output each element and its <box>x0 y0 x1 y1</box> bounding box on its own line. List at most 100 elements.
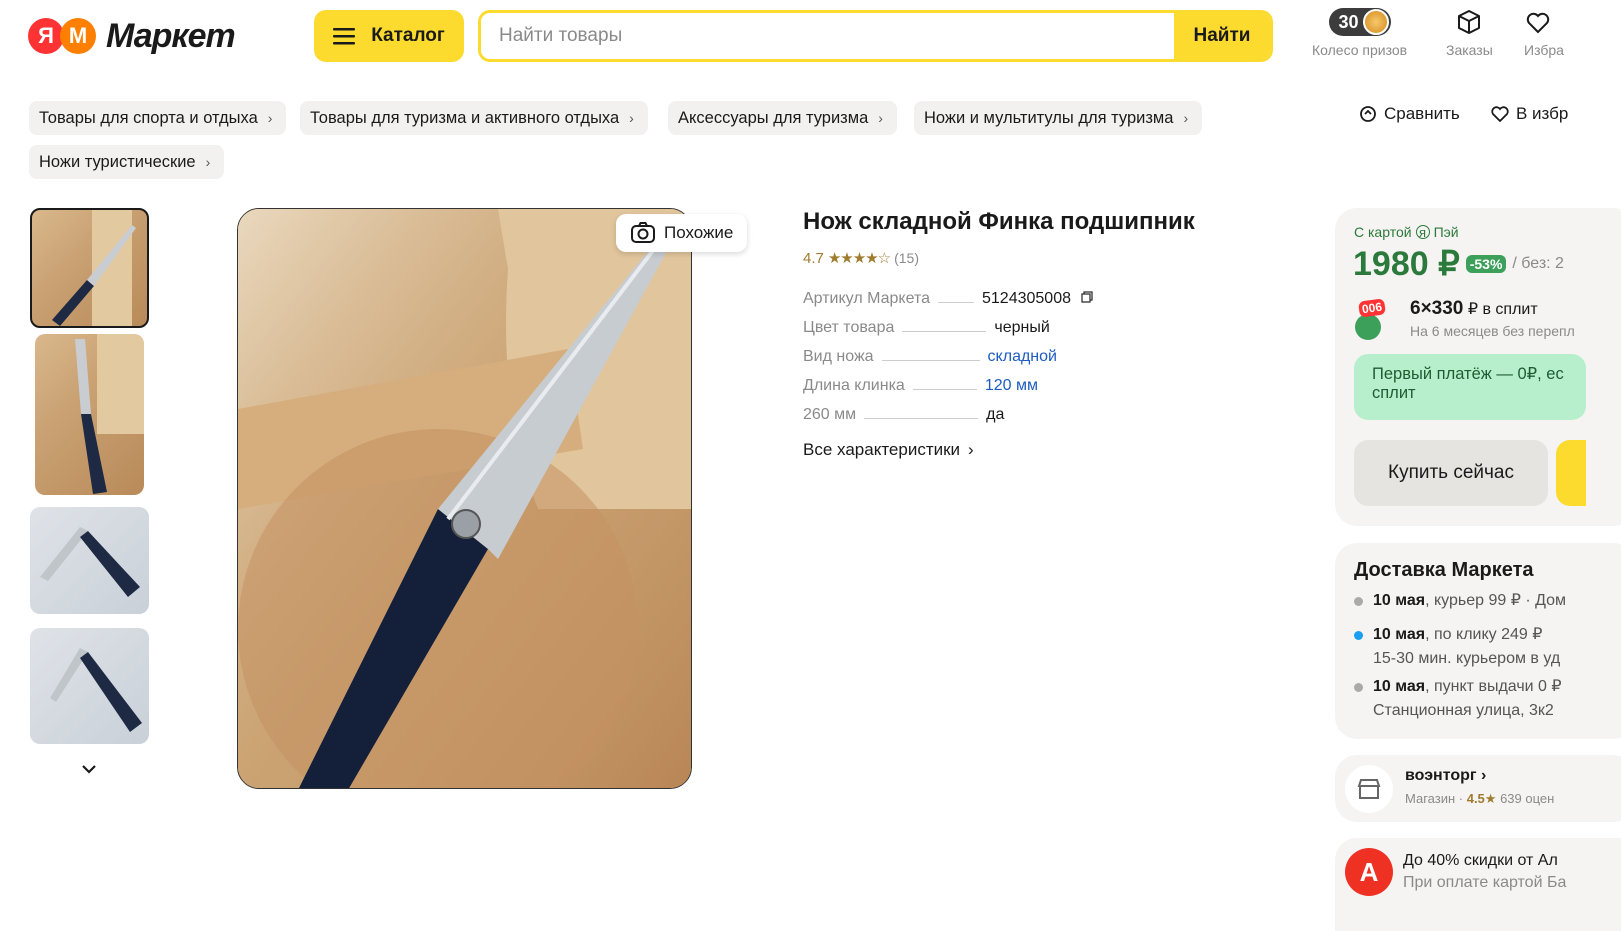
breadcrumb-item[interactable]: Ножи и мультитулы для туризма › <box>914 101 1203 135</box>
favorites-label: Избра <box>1524 42 1564 58</box>
first-payment-note[interactable]: Первый платёж — 0₽, ес сплит <box>1354 354 1586 420</box>
orders-label: Заказы <box>1446 42 1493 58</box>
spec-value: да <box>986 406 1005 423</box>
delivery-subtext: Станционная улица, 3к2 <box>1373 702 1554 719</box>
chevron-right-icon: › <box>267 110 273 126</box>
product-specs: Артикул Маркета 5124305008 Цвет товара ч… <box>803 290 1123 435</box>
spec-row: Длина клинка 120 мм <box>803 377 1123 406</box>
spec-row: Артикул Маркета 5124305008 <box>803 290 1123 319</box>
spec-leader <box>902 331 987 332</box>
shop-type: Магазин <box>1405 791 1456 806</box>
prize-badge: 30 <box>1328 8 1391 36</box>
promo-subtitle: При оплате картой Ба <box>1403 874 1567 891</box>
spec-leader <box>881 360 980 361</box>
gallery-thumbnail[interactable] <box>30 507 149 614</box>
pay-label: Пэй <box>1433 224 1459 240</box>
rating-value: 4.7 <box>803 249 824 267</box>
catalog-button[interactable]: Каталог <box>314 10 464 62</box>
logo-letter-m: М <box>60 18 96 54</box>
delivery-option[interactable]: 10 мая, курьер 99 ₽ · Дом <box>1354 589 1566 613</box>
prize-count: 30 <box>1338 11 1359 32</box>
delivery-date: 10 мая <box>1373 678 1426 695</box>
shop-name[interactable]: воэнторг › <box>1405 767 1486 785</box>
delivery-text: , курьер 99 ₽ · Дом <box>1425 592 1567 609</box>
product-rating[interactable]: 4.7 ★★★★☆ (15) <box>803 249 920 268</box>
shop-card[interactable]: воэнторг › Магазин · 4.5★ 639 оцен <box>1335 755 1621 822</box>
shop-name-label: воэнторг <box>1405 767 1477 784</box>
prize-wheel[interactable]: 30 Колесо призов <box>1312 8 1407 58</box>
breadcrumb-label: Товары для спорта и отдыха <box>39 108 258 127</box>
market-logo[interactable]: Я М Маркет <box>28 14 236 58</box>
spec-name: Длина клинка <box>803 377 905 394</box>
breadcrumb-item[interactable]: Ножи туристические › <box>29 145 225 179</box>
spec-name: Артикул Маркета <box>803 290 930 307</box>
delivery-option[interactable]: 10 мая, пункт выдачи 0 ₽ Станционная улиц… <box>1354 675 1562 723</box>
similar-label: Похожие <box>664 223 734 242</box>
spec-value: черный <box>994 319 1050 336</box>
spec-name: 260 мм <box>803 406 857 423</box>
card-label: С картой <box>1354 224 1412 240</box>
spec-leader <box>864 418 979 419</box>
breadcrumb-item[interactable]: Товары для туризма и активного отдыха › <box>300 101 648 135</box>
search-input[interactable] <box>481 13 1174 59</box>
split-note: На 6 месяцев без перепл <box>1410 323 1575 339</box>
delivery-option[interactable]: 10 мая, по клику 249 ₽ 15-30 мин. курьеро… <box>1354 623 1560 671</box>
heart-icon <box>1491 106 1509 123</box>
favorites-link[interactable]: Избра <box>1524 8 1564 58</box>
shop-rating: 4.5 <box>1466 791 1485 806</box>
spec-value-link[interactable]: складной <box>988 348 1057 366</box>
orders-link[interactable]: Заказы <box>1446 8 1493 58</box>
chevron-right-icon: › <box>968 440 974 459</box>
product-title: Нож складной Финка подшипник <box>803 208 1195 235</box>
all-characteristics-link[interactable]: Все характеристики › <box>803 440 974 460</box>
chevron-down-icon <box>82 765 96 774</box>
gallery-thumbnail[interactable] <box>30 628 149 744</box>
breadcrumb-label: Товары для туризма и активного отдыха <box>310 108 620 127</box>
discount-badge: -53% <box>1465 255 1507 273</box>
compare-button[interactable]: Сравнить <box>1358 104 1460 124</box>
reviews-count: (15) <box>894 250 920 266</box>
split-price: 6×330 <box>1410 298 1464 319</box>
find-similar-button[interactable]: Похожие <box>616 214 748 252</box>
spec-value-link[interactable]: 120 мм <box>985 377 1038 395</box>
breadcrumb-item[interactable]: Аксессуары для туризма › <box>668 101 897 135</box>
gallery-thumbnail[interactable] <box>30 208 149 328</box>
spec-row: 260 мм да <box>803 406 1123 435</box>
chevron-right-icon: › <box>629 110 634 126</box>
breadcrumb-label: Ножи туристические <box>39 152 196 171</box>
breadcrumb-item[interactable]: Товары для спорта и отдыха › <box>29 101 287 135</box>
status-dot <box>1354 631 1363 640</box>
camera-icon <box>631 222 655 243</box>
promo-card[interactable]: A До 40% скидки от Ал При оплате картой … <box>1335 838 1621 931</box>
spec-value: 5124305008 <box>982 290 1071 307</box>
heart-icon <box>1526 12 1550 34</box>
search-button[interactable]: Найти <box>1174 13 1270 59</box>
gallery-scroll-down-button[interactable] <box>80 760 98 783</box>
card-price-label: С картой я Пэй <box>1354 224 1459 240</box>
price-without-card: / без: 2 <box>1512 255 1564 272</box>
shop-meta: Магазин · 4.5★ 639 оцен <box>1405 791 1555 806</box>
spec-leader <box>938 302 974 303</box>
shop-icon <box>1345 765 1393 813</box>
buy-now-button[interactable]: Купить сейчас <box>1354 440 1548 506</box>
breadcrumb-label: Аксессуары для туризма <box>678 108 869 127</box>
logo-letter-ya: Я <box>28 18 64 54</box>
menu-icon <box>333 28 356 45</box>
price-row: 1980 ₽ -53% / без: 2 <box>1353 244 1564 284</box>
split-badge: 006 <box>1358 298 1387 318</box>
catalog-label: Каталог <box>371 25 445 46</box>
coin-icon <box>1362 9 1389 35</box>
split-offer[interactable]: 6×330 ₽ в сплит <box>1410 298 1538 320</box>
spec-leader <box>912 389 977 390</box>
price-value: 1980 ₽ <box>1353 245 1460 283</box>
add-to-cart-button[interactable] <box>1556 440 1586 506</box>
main-product-image[interactable] <box>237 208 692 789</box>
gallery-thumbnail[interactable] <box>35 334 144 495</box>
box-icon <box>1458 10 1481 34</box>
add-to-favorites-button[interactable]: В избр <box>1490 104 1568 124</box>
price-card: С картой я Пэй 1980 ₽ -53% / без: 2 006 … <box>1335 208 1621 526</box>
copy-icon[interactable] <box>1081 291 1093 303</box>
delivery-subtext: 15-30 мин. курьером в уд <box>1373 650 1561 667</box>
status-dot <box>1354 597 1363 606</box>
knife-thumbnail-image <box>50 648 142 732</box>
